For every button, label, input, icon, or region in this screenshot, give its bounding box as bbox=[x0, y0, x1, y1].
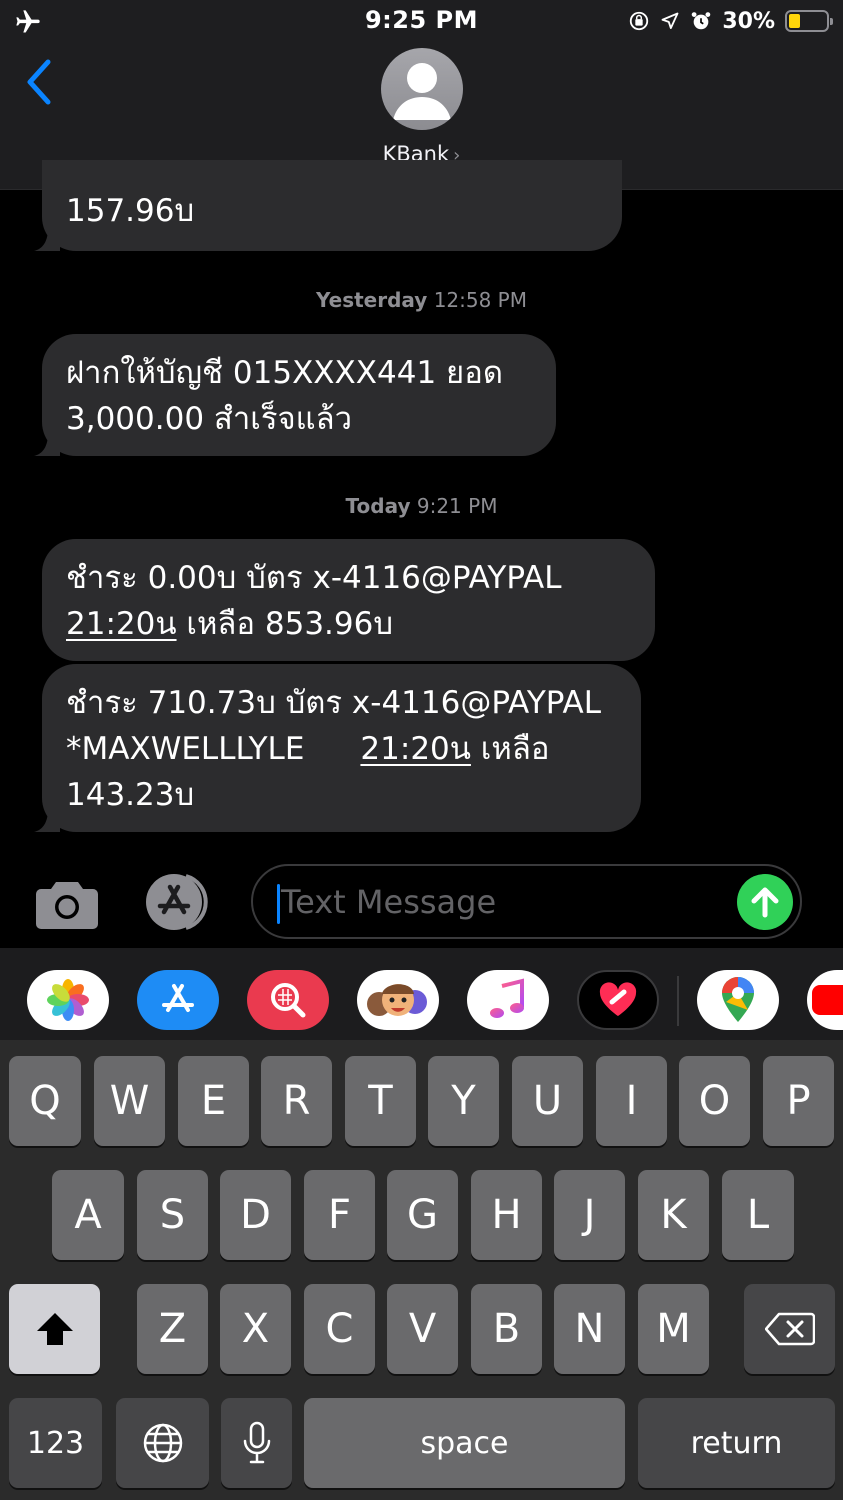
globe-icon bbox=[143, 1423, 182, 1463]
message-text: 21:20น เหลือ 853.96บ bbox=[66, 601, 631, 647]
message-text: 157.96บ bbox=[66, 193, 195, 229]
arrow-up-icon bbox=[751, 887, 779, 918]
timestamp-day: Today bbox=[345, 494, 411, 518]
key-v[interactable]: V bbox=[387, 1284, 458, 1374]
youtube-icon[interactable] bbox=[807, 970, 843, 1030]
timestamp: Yesterday 12:58 PM bbox=[0, 288, 843, 312]
contact-avatar[interactable] bbox=[381, 48, 463, 130]
photos-icon[interactable] bbox=[27, 970, 109, 1030]
key-j[interactable]: J bbox=[554, 1170, 625, 1260]
message-text-rest: เหลือ 853.96บ bbox=[176, 606, 394, 642]
status-icons: 30% bbox=[628, 6, 833, 36]
timestamp-time: 9:21 PM bbox=[416, 494, 498, 518]
key-s[interactable]: S bbox=[137, 1170, 208, 1260]
shift-arrow-icon bbox=[36, 1313, 73, 1345]
maps-icon[interactable] bbox=[697, 970, 779, 1030]
key-m[interactable]: M bbox=[638, 1284, 709, 1374]
key-h[interactable]: H bbox=[471, 1170, 542, 1260]
key-f[interactable]: F bbox=[304, 1170, 375, 1260]
key-o[interactable]: O bbox=[679, 1056, 750, 1146]
key-u[interactable]: U bbox=[512, 1056, 583, 1146]
key-g[interactable]: G bbox=[387, 1170, 458, 1260]
dictation-key[interactable] bbox=[221, 1398, 292, 1488]
key-i[interactable]: I bbox=[596, 1056, 667, 1146]
key-x[interactable]: X bbox=[220, 1284, 291, 1374]
key-b[interactable]: B bbox=[471, 1284, 542, 1374]
send-button[interactable] bbox=[737, 874, 793, 930]
key-r[interactable]: R bbox=[261, 1056, 332, 1146]
message-text: ชำระ 710.73บ บัตร x-4116@PAYPAL bbox=[66, 685, 601, 721]
keyboard: Q W E R T Y U I O P A S D F G H J K L Z … bbox=[0, 1040, 843, 1500]
memoji-icon[interactable] bbox=[357, 970, 439, 1030]
message-time-link[interactable]: 21:20น bbox=[360, 731, 471, 767]
shift-key[interactable] bbox=[9, 1284, 100, 1374]
key-c[interactable]: C bbox=[304, 1284, 375, 1374]
app-drawer bbox=[0, 948, 843, 1040]
message-text: 143.23บ bbox=[66, 777, 195, 813]
space-key[interactable]: space bbox=[304, 1398, 625, 1488]
message-bubble[interactable]: ฝากให้บัญชี 015XXXX441 ยอด 3,000.00 สำเร… bbox=[34, 334, 556, 456]
key-t[interactable]: T bbox=[345, 1056, 416, 1146]
music-icon[interactable] bbox=[467, 970, 549, 1030]
key-k[interactable]: K bbox=[638, 1170, 709, 1260]
message-bubble[interactable]: ชำระ 0.00บ บัตร x-4116@PAYPAL 21:20น เหล… bbox=[42, 539, 655, 661]
alarm-icon bbox=[692, 12, 711, 30]
battery-icon bbox=[785, 10, 833, 32]
app-store-icon[interactable] bbox=[137, 970, 219, 1030]
return-key[interactable]: return bbox=[638, 1398, 835, 1488]
orientation-lock-icon bbox=[630, 11, 649, 31]
message-time-link[interactable]: 21:20น bbox=[66, 606, 177, 642]
key-a[interactable]: A bbox=[52, 1170, 124, 1260]
message-text-rest: เหลือ bbox=[470, 731, 550, 767]
message-text: *MAXWELLLYLE 21:20น เหลือ bbox=[66, 726, 617, 772]
message-text: 3,000.00 สำเร็จแล้ว bbox=[66, 401, 353, 437]
key-z[interactable]: Z bbox=[137, 1284, 208, 1374]
web-images-icon[interactable] bbox=[247, 970, 329, 1030]
back-chevron-icon[interactable] bbox=[20, 56, 60, 108]
timestamp-day: Yesterday bbox=[315, 288, 428, 312]
camera-icon[interactable] bbox=[34, 876, 100, 930]
key-d[interactable]: D bbox=[220, 1170, 291, 1260]
drawer-divider bbox=[677, 976, 679, 1026]
message-input[interactable]: Text Message bbox=[251, 864, 802, 939]
microphone-icon bbox=[243, 1421, 270, 1464]
message-bubble[interactable]: 157.96บ bbox=[34, 160, 622, 251]
delete-backspace-icon bbox=[764, 1312, 815, 1346]
app-store-icon[interactable] bbox=[142, 872, 218, 932]
message-text: ฝากให้บัญชี 015XXXX441 ยอด bbox=[66, 355, 503, 391]
key-e[interactable]: E bbox=[178, 1056, 249, 1146]
globe-key[interactable] bbox=[116, 1398, 209, 1488]
message-bubble[interactable]: ชำระ 710.73บ บัตร x-4116@PAYPAL *MAXWELL… bbox=[34, 664, 641, 832]
battery-percent: 30% bbox=[722, 8, 775, 34]
key-n[interactable]: N bbox=[554, 1284, 625, 1374]
key-w[interactable]: W bbox=[94, 1056, 165, 1146]
key-y[interactable]: Y bbox=[428, 1056, 499, 1146]
key-l[interactable]: L bbox=[722, 1170, 794, 1260]
timestamp-time: 12:58 PM bbox=[433, 288, 527, 312]
location-icon bbox=[661, 12, 679, 30]
text-caret bbox=[277, 884, 280, 924]
message-input-placeholder: Text Message bbox=[281, 883, 497, 921]
digital-touch-icon[interactable] bbox=[577, 970, 659, 1030]
key-q[interactable]: Q bbox=[9, 1056, 81, 1146]
delete-key[interactable] bbox=[744, 1284, 835, 1374]
message-merchant: *MAXWELLLYLE bbox=[66, 731, 305, 767]
battery-level bbox=[789, 14, 800, 28]
numbers-key[interactable]: 123 bbox=[9, 1398, 102, 1488]
person-icon bbox=[393, 63, 451, 120]
timestamp: Today 9:21 PM bbox=[0, 494, 843, 518]
key-p[interactable]: P bbox=[763, 1056, 834, 1146]
message-text: ชำระ 0.00บ บัตร x-4116@PAYPAL bbox=[66, 560, 562, 596]
